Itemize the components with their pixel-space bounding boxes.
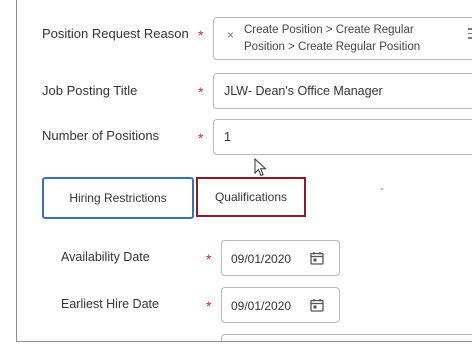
number-of-positions-input[interactable]: 1	[213, 119, 472, 155]
earliest-hire-date-input[interactable]: 09/01/2020	[221, 287, 340, 323]
mouse-pointer-icon	[254, 158, 267, 177]
required-asterisk: *	[198, 27, 204, 43]
earliest-hire-date-value: 09/01/2020	[231, 299, 292, 313]
selected-reason-line2: Position > Create Regular Position	[244, 41, 421, 53]
required-asterisk: *	[206, 298, 212, 314]
stray-dot	[381, 188, 383, 190]
number-of-positions-label: Number of Positions	[42, 128, 160, 143]
required-asterisk: *	[198, 84, 204, 100]
tab-hiring-restrictions-label: Hiring Restrictions	[69, 191, 167, 205]
position-request-reason-label: Position Request Reason	[42, 26, 189, 41]
job-posting-title-value: JLW- Dean's Office Manager	[224, 84, 383, 98]
required-asterisk: *	[198, 130, 204, 146]
job-posting-title-label: Job Posting Title	[42, 83, 138, 98]
job-posting-title-input[interactable]: JLW- Dean's Office Manager	[213, 73, 472, 109]
position-request-reason-field[interactable]: × Create Position > Create Regular Posit…	[213, 17, 472, 60]
availability-date-value: 09/01/2020	[231, 252, 292, 266]
calendar-icon[interactable]	[310, 298, 324, 312]
earliest-hire-date-label: Earliest Hire Date	[61, 297, 159, 311]
tab-hiring-restrictions[interactable]: Hiring Restrictions	[42, 177, 194, 219]
selected-reason-line1: Create Position > Create Regular	[244, 24, 414, 36]
required-asterisk: *	[206, 251, 212, 267]
tab-qualifications[interactable]: Qualifications	[196, 177, 306, 217]
position-form-panel: Position Request Reason * × Create Posit…	[16, 0, 472, 342]
remove-selection-icon[interactable]: ×	[227, 28, 234, 42]
availability-date-input[interactable]: 09/01/2020	[221, 240, 340, 276]
number-of-positions-value: 1	[224, 130, 231, 144]
job-family-input-partial[interactable]	[221, 334, 472, 341]
tab-qualifications-label: Qualifications	[214, 190, 288, 204]
calendar-icon[interactable]	[310, 251, 324, 265]
list-icon[interactable]	[468, 28, 472, 39]
availability-date-label: Availability Date	[61, 250, 150, 264]
